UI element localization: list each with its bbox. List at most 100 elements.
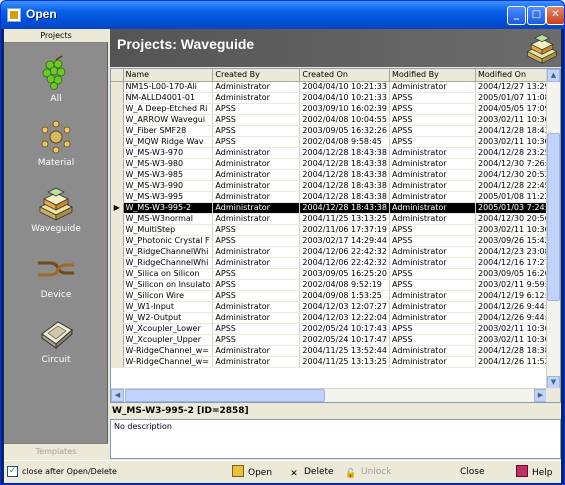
horizontal-scrollbar[interactable]: ◀ ▶ [111, 388, 547, 402]
table-cell: Administrator [389, 257, 476, 269]
minimize-button[interactable]: _ [507, 6, 526, 25]
table-cell: W_Xcoupler_Lower [123, 323, 214, 335]
close-window-button[interactable]: ✕ [546, 6, 564, 25]
table-cell: W_MultiStep [123, 224, 214, 236]
table-row[interactable]: W_MS-W3-995 Administrator 2004/12/28 18:43… [111, 191, 556, 203]
table-row[interactable]: NM-ALLD4001-01 Administrator 2004/04/10 10… [111, 92, 556, 104]
table-cell: 2002/04/08 9:52:19 [299, 279, 390, 291]
table-row[interactable]: W_Fiber SMF28 APSS 2003/09/05 16:32:26 APSS… [111, 125, 556, 137]
row-marker [111, 92, 124, 104]
maximize-button[interactable]: □ [527, 6, 546, 25]
table-cell: W_Xcoupler_Upper [123, 334, 214, 346]
scroll-up-button[interactable]: ▲ [547, 69, 560, 82]
column-header-created-by[interactable]: Created By [212, 69, 301, 82]
help-button[interactable]: Help [516, 465, 553, 480]
sidebar-header[interactable]: Projects [4, 29, 108, 43]
table-cell: W_MS-W3-995-2 [123, 202, 214, 214]
table-cell: 2003/02/11 10:30: [475, 224, 556, 236]
table-row[interactable]: W_A Deep-Etched Ri APSS 2003/09/10 16:02:3… [111, 103, 556, 115]
table-cell: 2004/12/06 22:42:32 [299, 246, 390, 258]
table-row[interactable]: W_W1-Input Administrator 2004/12/03 12:07:… [111, 301, 556, 313]
title-bar[interactable]: Open _ □ ✕ [1, 1, 564, 29]
table-cell: Administrator [212, 356, 301, 368]
table-cell: 2004/12/28 18:43:38 [299, 147, 390, 159]
unlock-button[interactable]: 🔓 Unlock [345, 465, 391, 480]
table-cell: Administrator [389, 158, 476, 170]
scroll-left-button[interactable]: ◀ [111, 389, 124, 402]
table-cell: 2003/02/11 10:30: [475, 136, 556, 148]
table-row[interactable]: W_ARROW Wavegui APSS 2002/04/08 10:04:55 AP… [111, 114, 556, 126]
table-row[interactable]: W_RidgeChannelWhi Administrator 2004/12/06… [111, 257, 556, 269]
sidebar-item-waveguide[interactable]: Waveguide [4, 183, 108, 243]
table-row[interactable]: W_MS-W3-980 Administrator 2004/12/28 18:43… [111, 158, 556, 170]
table-row[interactable]: W_Xcoupler_Lower APSS 2002/05/24 10:17:43 A… [111, 323, 556, 335]
sidebar-item-material[interactable]: Material [4, 117, 108, 177]
table-cell: 2004/12/26 9:44:2 [475, 301, 556, 313]
sidebar-templates-tab[interactable]: Templates [4, 443, 108, 459]
table-cell: 2004/12/28 23:25: [475, 147, 556, 159]
table-cell: 2004/12/28 22:45: [475, 180, 556, 192]
table-row[interactable]: NM15-L00-170-Ali Administrator 2004/04/10 … [111, 81, 556, 93]
table-row[interactable]: W_MS-W3-970 Administrator 2004/12/28 18:43… [111, 147, 556, 159]
table-cell: Administrator [212, 257, 301, 269]
table-row[interactable]: W_MQW Ridge Wav APSS 2002/04/08 9:58:45 APS… [111, 136, 556, 148]
project-description-field[interactable]: No description [110, 419, 561, 459]
column-header-name[interactable]: Name [123, 69, 214, 82]
table-cell: 2004/11/25 13:13:25 [299, 356, 390, 368]
app-icon [7, 8, 21, 22]
table-row[interactable]: W_Photonic Crystal F APSS 2003/02/17 14:29… [111, 235, 556, 247]
table-row[interactable]: W_MS-W3-990 Administrator 2004/12/28 18:43… [111, 180, 556, 192]
table-cell: 2003/09/26 15:42: [475, 235, 556, 247]
sidebar-item-device[interactable]: Device [4, 249, 108, 309]
table-cell: 2005/01/07 11:08: [475, 92, 556, 104]
table-row[interactable]: W_W2-Output Administrator 2004/12/03 12:22… [111, 312, 556, 324]
table-row[interactable]: W-RidgeChannel_w= Administrator 2004/11/25… [111, 356, 556, 368]
table-cell: 2003/02/11 9:59:4 [475, 279, 556, 291]
table-cell: 2004/04/10 10:21:33 [299, 92, 390, 104]
table-row[interactable]: W_Silicon Wire APSS 2004/09/08 1:53:25 Admi… [111, 290, 556, 302]
table-cell: 2004/12/27 13:29: [475, 81, 556, 93]
table-cell: Administrator [212, 147, 301, 159]
table-row[interactable]: W-RidgeChannel_w= Administrator 2004/11/25… [111, 345, 556, 357]
projects-table: Name Created By Created On Modified By M… [110, 68, 561, 403]
column-header-created-on[interactable]: Created On [299, 69, 390, 82]
close-after-open-checkbox[interactable]: ✓ [7, 466, 18, 477]
table-cell: 2004/12/16 17:27: [475, 257, 556, 269]
table-row[interactable]: W_MS-W3-985 Administrator 2004/12/28 18:43… [111, 169, 556, 181]
row-marker [111, 268, 124, 280]
sidebar-item-all[interactable]: All [4, 53, 108, 113]
scrollbar-corner [546, 388, 560, 402]
table-row[interactable]: W_Silicon on Insulato APSS 2002/04/08 9:52… [111, 279, 556, 291]
column-header-modified-by[interactable]: Modified By [389, 69, 476, 82]
close-button[interactable]: Close [460, 465, 485, 480]
table-cell: 2004/12/30 20:56: [475, 213, 556, 225]
table-cell: APSS [212, 136, 301, 148]
table-cell: APSS [212, 235, 301, 247]
column-header-modified-on[interactable]: Modified On [475, 69, 556, 82]
table-row[interactable]: W_Xcoupler_Upper APSS 2002/05/24 10:17:47 A… [111, 334, 556, 346]
close-after-open-label: close after Open/Delete [22, 467, 117, 476]
sidebar-item-circuit[interactable]: Circuit [4, 314, 108, 374]
table-cell: 2004/12/28 18:43:38 [299, 180, 390, 192]
table-row[interactable]: W_MultiStep APSS 2002/11/06 17:37:19 APSS 20… [111, 224, 556, 236]
table-cell: 2003/09/05 16:26: [475, 268, 556, 280]
open-button[interactable]: Open [232, 465, 272, 480]
table-cell: 2004/12/03 12:07:27 [299, 301, 390, 313]
project-grid: Name Created By Created On Modified By M… [111, 69, 556, 368]
table-cell: W_A Deep-Etched Ri [123, 103, 214, 115]
table-row[interactable]: W_RidgeChannelWhi Administrator 2004/12/06… [111, 246, 556, 258]
row-marker [111, 114, 124, 126]
table-row[interactable]: ▶ W_MS-W3-995-2 Administrator 2004/12/28 18… [111, 202, 556, 214]
table-cell: Administrator [389, 191, 476, 203]
delete-button-label: Delete [304, 467, 334, 477]
table-cell: Administrator [212, 92, 301, 104]
table-cell: 2004/11/25 13:13:25 [299, 213, 390, 225]
row-marker [111, 103, 124, 115]
grapes-icon [42, 55, 66, 90]
horizontal-scroll-thumb[interactable] [125, 389, 325, 402]
vertical-scroll-thumb[interactable] [547, 133, 560, 301]
vertical-scrollbar[interactable]: ▲ ▼ [546, 69, 560, 389]
delete-button[interactable]: ✕ Delete [288, 465, 334, 480]
table-row[interactable]: W_MS-W3normal Administrator 2004/11/25 13:… [111, 213, 556, 225]
table-row[interactable]: W_Silica on Silicon APSS 2003/09/05 16:25:… [111, 268, 556, 280]
